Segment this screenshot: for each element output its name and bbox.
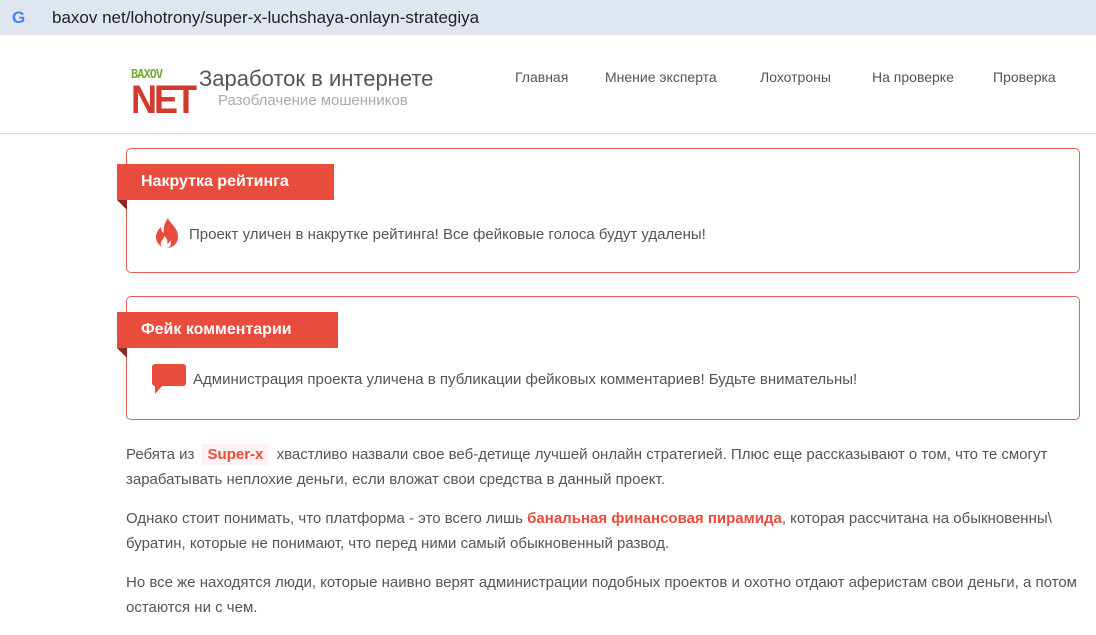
ribbon-fold <box>117 348 127 358</box>
nav-expert[interactable]: Мнение эксперта <box>605 69 717 85</box>
article-paragraph: Ребята из Super-x хвастливо назвали свое… <box>126 442 1086 492</box>
alert-label: Фейк комментарии <box>117 312 338 348</box>
alert-rating-boost: Накрутка рейтинга Проект уличен в накрут… <box>117 148 1080 273</box>
article-paragraph: Но все же находятся люди, которые наивно… <box>126 574 1077 616</box>
url-text[interactable]: baxov net/lohotrony/super-x-luchshaya-on… <box>52 8 479 28</box>
alert-text: Проект уличен в накрутке рейтинга! Все ф… <box>189 225 706 243</box>
highlight-text: банальная финансовая пирамида <box>527 510 782 527</box>
fire-icon <box>156 218 178 248</box>
ribbon-fold <box>117 200 127 210</box>
google-icon: G <box>12 7 26 27</box>
nav-scams[interactable]: Лохотроны <box>760 69 831 85</box>
article-paragraph: Однако стоит понимать, что платформа - э… <box>126 506 1086 556</box>
site-subtitle: Разоблачение мошенников <box>218 92 408 109</box>
alert-text: Администрация проекта уличена в публикац… <box>193 370 858 388</box>
text: Однако стоит понимать, что платформа - э… <box>126 510 523 527</box>
text: Ребята из <box>126 446 195 463</box>
site-header: BAXOV NET Заработок в интернете Разоблач… <box>0 35 1096 134</box>
nav-check[interactable]: Проверка <box>993 69 1056 85</box>
nav-on-review[interactable]: На проверке <box>872 69 954 85</box>
address-bar[interactable]: G baxov net/lohotrony/super-x-luchshaya-… <box>0 0 1096 35</box>
alert-label: Накрутка рейтинга <box>117 164 334 200</box>
nav-home[interactable]: Главная <box>515 69 568 85</box>
site-logo[interactable]: BAXOV NET <box>131 68 197 122</box>
logo-bottom-text: NET <box>131 76 197 122</box>
project-tag: Super-x <box>201 444 270 465</box>
site-title[interactable]: Заработок в интернете <box>199 66 433 92</box>
alert-fake-comments: Фейк комментарии Администрация проекта у… <box>117 296 1080 420</box>
comment-icon <box>152 364 186 394</box>
